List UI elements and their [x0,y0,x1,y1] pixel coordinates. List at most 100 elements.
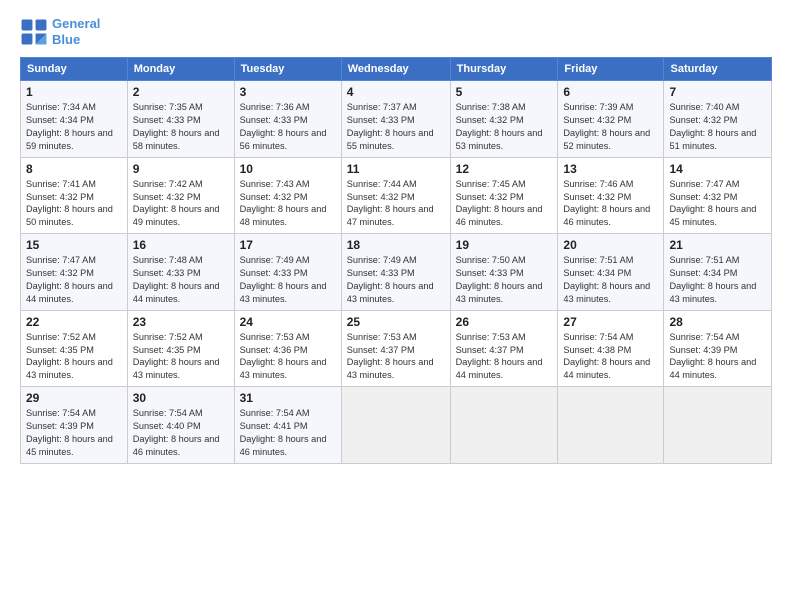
calendar-cell: 20 Sunrise: 7:51 AM Sunset: 4:34 PM Dayl… [558,234,664,311]
calendar-cell: 6 Sunrise: 7:39 AM Sunset: 4:32 PM Dayli… [558,81,664,158]
calendar-cell: 12 Sunrise: 7:45 AM Sunset: 4:32 PM Dayl… [450,157,558,234]
day-info: Sunrise: 7:38 AM Sunset: 4:32 PM Dayligh… [456,101,553,153]
calendar-cell: 16 Sunrise: 7:48 AM Sunset: 4:33 PM Dayl… [127,234,234,311]
day-info: Sunrise: 7:41 AM Sunset: 4:32 PM Dayligh… [26,178,122,230]
calendar-cell: 2 Sunrise: 7:35 AM Sunset: 4:33 PM Dayli… [127,81,234,158]
page: General Blue SundayMondayTuesdayWednesda… [0,0,792,612]
logo-blue: Blue [52,32,80,47]
calendar-cell: 19 Sunrise: 7:50 AM Sunset: 4:33 PM Dayl… [450,234,558,311]
day-info: Sunrise: 7:53 AM Sunset: 4:37 PM Dayligh… [347,331,445,383]
day-info: Sunrise: 7:49 AM Sunset: 4:33 PM Dayligh… [347,254,445,306]
day-info: Sunrise: 7:52 AM Sunset: 4:35 PM Dayligh… [26,331,122,383]
day-number: 30 [133,391,229,405]
calendar-header-row: SundayMondayTuesdayWednesdayThursdayFrid… [21,58,772,81]
day-number: 18 [347,238,445,252]
day-number: 20 [563,238,658,252]
day-info: Sunrise: 7:54 AM Sunset: 4:38 PM Dayligh… [563,331,658,383]
calendar-cell [664,387,772,464]
calendar-cell: 28 Sunrise: 7:54 AM Sunset: 4:39 PM Dayl… [664,310,772,387]
calendar-cell: 30 Sunrise: 7:54 AM Sunset: 4:40 PM Dayl… [127,387,234,464]
calendar-cell: 26 Sunrise: 7:53 AM Sunset: 4:37 PM Dayl… [450,310,558,387]
logo-general: General [52,16,100,31]
calendar-cell: 24 Sunrise: 7:53 AM Sunset: 4:36 PM Dayl… [234,310,341,387]
day-info: Sunrise: 7:44 AM Sunset: 4:32 PM Dayligh… [347,178,445,230]
calendar-cell: 7 Sunrise: 7:40 AM Sunset: 4:32 PM Dayli… [664,81,772,158]
day-info: Sunrise: 7:54 AM Sunset: 4:41 PM Dayligh… [240,407,336,459]
calendar-cell: 18 Sunrise: 7:49 AM Sunset: 4:33 PM Dayl… [341,234,450,311]
calendar-cell: 21 Sunrise: 7:51 AM Sunset: 4:34 PM Dayl… [664,234,772,311]
day-info: Sunrise: 7:54 AM Sunset: 4:40 PM Dayligh… [133,407,229,459]
calendar-cell: 27 Sunrise: 7:54 AM Sunset: 4:38 PM Dayl… [558,310,664,387]
calendar-table: SundayMondayTuesdayWednesdayThursdayFrid… [20,57,772,464]
day-number: 13 [563,162,658,176]
day-info: Sunrise: 7:54 AM Sunset: 4:39 PM Dayligh… [669,331,766,383]
day-number: 19 [456,238,553,252]
day-info: Sunrise: 7:34 AM Sunset: 4:34 PM Dayligh… [26,101,122,153]
day-number: 14 [669,162,766,176]
day-info: Sunrise: 7:53 AM Sunset: 4:36 PM Dayligh… [240,331,336,383]
weekday-header: Saturday [664,58,772,81]
calendar-cell: 8 Sunrise: 7:41 AM Sunset: 4:32 PM Dayli… [21,157,128,234]
day-number: 3 [240,85,336,99]
day-info: Sunrise: 7:43 AM Sunset: 4:32 PM Dayligh… [240,178,336,230]
calendar-week-row: 1 Sunrise: 7:34 AM Sunset: 4:34 PM Dayli… [21,81,772,158]
calendar-cell: 17 Sunrise: 7:49 AM Sunset: 4:33 PM Dayl… [234,234,341,311]
day-number: 12 [456,162,553,176]
calendar-cell: 13 Sunrise: 7:46 AM Sunset: 4:32 PM Dayl… [558,157,664,234]
day-number: 24 [240,315,336,329]
calendar-cell: 1 Sunrise: 7:34 AM Sunset: 4:34 PM Dayli… [21,81,128,158]
calendar-cell: 14 Sunrise: 7:47 AM Sunset: 4:32 PM Dayl… [664,157,772,234]
day-number: 1 [26,85,122,99]
day-number: 26 [456,315,553,329]
day-info: Sunrise: 7:46 AM Sunset: 4:32 PM Dayligh… [563,178,658,230]
calendar-cell: 5 Sunrise: 7:38 AM Sunset: 4:32 PM Dayli… [450,81,558,158]
day-info: Sunrise: 7:37 AM Sunset: 4:33 PM Dayligh… [347,101,445,153]
day-info: Sunrise: 7:42 AM Sunset: 4:32 PM Dayligh… [133,178,229,230]
calendar-cell: 11 Sunrise: 7:44 AM Sunset: 4:32 PM Dayl… [341,157,450,234]
day-info: Sunrise: 7:49 AM Sunset: 4:33 PM Dayligh… [240,254,336,306]
day-number: 10 [240,162,336,176]
day-number: 4 [347,85,445,99]
calendar-cell: 4 Sunrise: 7:37 AM Sunset: 4:33 PM Dayli… [341,81,450,158]
calendar-week-row: 15 Sunrise: 7:47 AM Sunset: 4:32 PM Dayl… [21,234,772,311]
day-number: 8 [26,162,122,176]
day-number: 7 [669,85,766,99]
day-info: Sunrise: 7:54 AM Sunset: 4:39 PM Dayligh… [26,407,122,459]
day-number: 9 [133,162,229,176]
day-number: 29 [26,391,122,405]
day-info: Sunrise: 7:53 AM Sunset: 4:37 PM Dayligh… [456,331,553,383]
day-number: 17 [240,238,336,252]
calendar-cell: 25 Sunrise: 7:53 AM Sunset: 4:37 PM Dayl… [341,310,450,387]
day-info: Sunrise: 7:36 AM Sunset: 4:33 PM Dayligh… [240,101,336,153]
weekday-header: Friday [558,58,664,81]
day-info: Sunrise: 7:52 AM Sunset: 4:35 PM Dayligh… [133,331,229,383]
logo-icon [20,18,48,46]
weekday-header: Sunday [21,58,128,81]
calendar-week-row: 8 Sunrise: 7:41 AM Sunset: 4:32 PM Dayli… [21,157,772,234]
day-info: Sunrise: 7:35 AM Sunset: 4:33 PM Dayligh… [133,101,229,153]
calendar-cell: 3 Sunrise: 7:36 AM Sunset: 4:33 PM Dayli… [234,81,341,158]
day-info: Sunrise: 7:51 AM Sunset: 4:34 PM Dayligh… [669,254,766,306]
weekday-header: Thursday [450,58,558,81]
day-info: Sunrise: 7:48 AM Sunset: 4:33 PM Dayligh… [133,254,229,306]
calendar-cell [450,387,558,464]
day-number: 31 [240,391,336,405]
day-number: 15 [26,238,122,252]
weekday-header: Monday [127,58,234,81]
day-number: 16 [133,238,229,252]
day-info: Sunrise: 7:45 AM Sunset: 4:32 PM Dayligh… [456,178,553,230]
calendar-week-row: 22 Sunrise: 7:52 AM Sunset: 4:35 PM Dayl… [21,310,772,387]
calendar-cell: 9 Sunrise: 7:42 AM Sunset: 4:32 PM Dayli… [127,157,234,234]
weekday-header: Wednesday [341,58,450,81]
calendar-cell [558,387,664,464]
day-number: 6 [563,85,658,99]
day-info: Sunrise: 7:47 AM Sunset: 4:32 PM Dayligh… [26,254,122,306]
day-info: Sunrise: 7:50 AM Sunset: 4:33 PM Dayligh… [456,254,553,306]
day-number: 11 [347,162,445,176]
day-number: 23 [133,315,229,329]
day-number: 27 [563,315,658,329]
logo: General Blue [20,16,100,47]
day-number: 22 [26,315,122,329]
calendar-cell: 22 Sunrise: 7:52 AM Sunset: 4:35 PM Dayl… [21,310,128,387]
day-number: 2 [133,85,229,99]
